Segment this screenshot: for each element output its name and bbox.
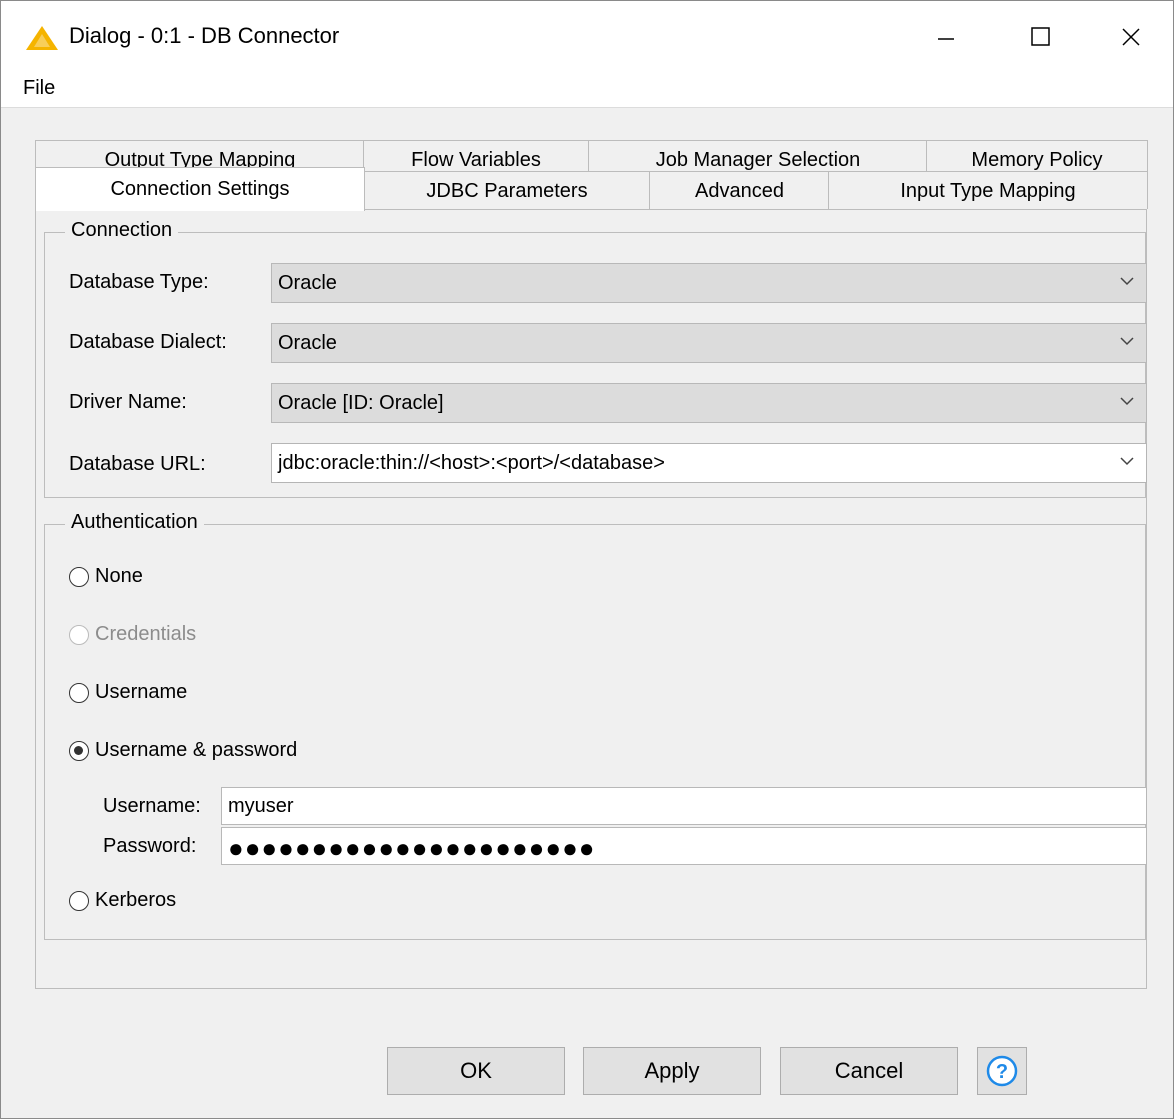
tab-advanced[interactable]: Advanced (649, 171, 830, 209)
radio-button-selected[interactable] (69, 740, 89, 761)
username-value: myuser (228, 795, 294, 817)
auth-kerberos-option[interactable]: Kerberos (69, 889, 176, 912)
database-dialect-label: Database Dialect: (69, 331, 227, 353)
radio-button[interactable] (69, 890, 89, 911)
chevron-down-icon (1120, 337, 1134, 346)
menu-file[interactable]: File (23, 77, 55, 100)
window-title: Dialog - 0:1 - DB Connector (69, 23, 340, 48)
auth-none-label: None (95, 565, 143, 587)
auth-kerberos-label: Kerberos (95, 889, 177, 911)
username-label: Username: (103, 795, 201, 817)
radio-button[interactable] (69, 566, 89, 587)
auth-credentials-option: Credentials (69, 623, 196, 646)
username-input[interactable]: myuser (221, 787, 1147, 825)
connection-legend: Connection (65, 219, 179, 242)
help-icon: ? (986, 1055, 1018, 1087)
authentication-group: Authentication None Credentials Username… (44, 511, 1147, 940)
authentication-legend: Authentication (65, 511, 204, 534)
minimize-icon (938, 38, 954, 40)
chevron-down-icon (1120, 457, 1134, 466)
tab-flow-variables[interactable]: Flow Variables (363, 140, 589, 174)
database-url-combo[interactable]: jdbc:oracle:thin://<host>:<port>/<databa… (271, 443, 1147, 483)
radio-button (69, 624, 89, 645)
dialog-window: Dialog - 0:1 - DB Connector File Output … (0, 0, 1174, 1119)
connection-settings-panel: Connection Database Type: Oracle Databas… (35, 209, 1147, 989)
tab-input-type-mapping[interactable]: Input Type Mapping (828, 171, 1148, 209)
auth-credentials-label: Credentials (95, 623, 197, 645)
auth-username-password-label: Username & password (95, 739, 298, 761)
auth-username-label: Username (95, 681, 188, 703)
password-input[interactable]: ●●●●●●●●●●●●●●●●●●●●●● (221, 827, 1147, 865)
auth-username-password-option[interactable]: Username & password (69, 739, 297, 762)
close-button[interactable] (1091, 11, 1171, 63)
title-bar[interactable]: Dialog - 0:1 - DB Connector (1, 1, 1173, 71)
help-glyph: ? (996, 1061, 1008, 1083)
database-dialect-select[interactable]: Oracle (271, 323, 1147, 363)
database-url-value: jdbc:oracle:thin://<host>:<port>/<databa… (278, 452, 665, 474)
close-icon (1122, 28, 1140, 46)
maximize-icon (1031, 27, 1050, 46)
database-dialect-value: Oracle (278, 332, 337, 354)
connection-group: Connection Database Type: Oracle Databas… (44, 219, 1147, 498)
ok-button[interactable]: OK (387, 1047, 565, 1095)
driver-name-value: Oracle [ID: Oracle] (278, 392, 444, 414)
driver-name-label: Driver Name: (69, 391, 187, 413)
minimize-button[interactable] (906, 11, 986, 63)
password-mask: ●●●●●●●●●●●●●●●●●●●●●● (228, 833, 596, 863)
database-type-label: Database Type: (69, 271, 209, 293)
tab-jdbc-parameters[interactable]: JDBC Parameters (363, 171, 651, 209)
chevron-down-icon (1120, 277, 1134, 286)
cancel-button[interactable]: Cancel (780, 1047, 958, 1095)
tab-memory-policy[interactable]: Memory Policy (926, 140, 1148, 174)
maximize-button[interactable] (1001, 11, 1081, 63)
tab-connection-settings[interactable]: Connection Settings (35, 167, 365, 211)
auth-username-option[interactable]: Username (69, 681, 187, 704)
password-label: Password: (103, 835, 197, 857)
apply-button[interactable]: Apply (583, 1047, 761, 1095)
menu-bar: File (1, 71, 1173, 108)
database-url-label: Database URL: (69, 453, 206, 475)
tab-job-manager-selection[interactable]: Job Manager Selection (588, 140, 928, 174)
radio-button[interactable] (69, 682, 89, 703)
database-type-select[interactable]: Oracle (271, 263, 1147, 303)
auth-none-option[interactable]: None (69, 565, 143, 588)
help-button[interactable]: ? (977, 1047, 1027, 1095)
chevron-down-icon (1120, 397, 1134, 406)
warning-triangle-icon (26, 26, 58, 50)
database-type-value: Oracle (278, 272, 337, 294)
driver-name-select[interactable]: Oracle [ID: Oracle] (271, 383, 1147, 423)
